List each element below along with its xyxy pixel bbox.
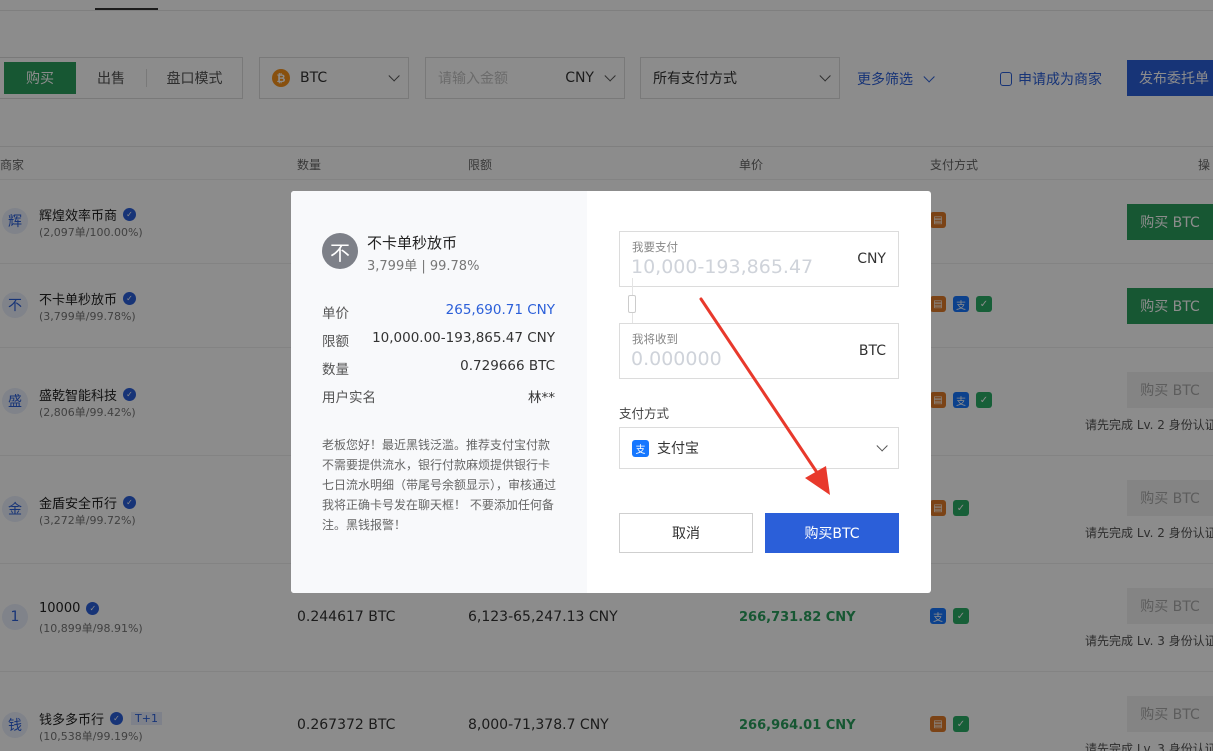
- unit-price-value: 265,690.71 CNY: [445, 302, 555, 318]
- real-name-value: 林**: [528, 390, 555, 406]
- dialog-merchant-stats: 3,799单 | 99.78%: [367, 259, 480, 274]
- unit-price-row: 单价 265,690.71 CNY: [322, 302, 555, 322]
- buy-order-dialog: 不 不卡单秒放币 3,799单 | 99.78% 单价 265,690.71 C…: [291, 191, 931, 593]
- merchant-note: 老板您好！最近黑钱泛滥。推荐支付宝付款不需要提供流水，银行付款麻烦提供银行卡七日…: [322, 438, 557, 532]
- quantity-value: 0.729666 BTC: [460, 358, 555, 374]
- limit-row: 限额 10,000.00-193,865.47 CNY: [322, 330, 555, 350]
- swap-icon[interactable]: [628, 295, 636, 313]
- avatar: 不: [322, 233, 358, 269]
- quantity-row: 数量 0.729666 BTC: [322, 358, 555, 378]
- payment-method-label: 支付方式: [619, 406, 670, 421]
- pay-amount-label: 我要支付: [632, 240, 678, 254]
- pay-currency: CNY: [857, 251, 886, 267]
- unit-price-label: 单价: [322, 306, 349, 322]
- receive-amount-label: 我将收到: [632, 332, 678, 346]
- confirm-buy-btc-button[interactable]: 购买BTC: [765, 513, 899, 553]
- limit-label: 限额: [322, 334, 349, 350]
- quantity-label: 数量: [322, 362, 349, 378]
- receive-amount-field[interactable]: 我将收到 0.000000 BTC: [619, 323, 899, 379]
- ad-details-panel: 不 不卡单秒放币 3,799单 | 99.78% 单价 265,690.71 C…: [291, 191, 587, 593]
- receive-amount-input[interactable]: 0.000000: [631, 348, 722, 370]
- chevron-down-icon: [876, 440, 888, 452]
- dialog-merchant-name: 不卡单秒放币: [367, 234, 458, 252]
- order-form: 我要支付 10,000-193,865.47 CNY 我将收到 0.000000…: [587, 191, 931, 593]
- limit-value: 10,000.00-193,865.47 CNY: [372, 330, 555, 346]
- alipay-icon: 支: [632, 439, 649, 457]
- cancel-button[interactable]: 取消: [619, 513, 753, 553]
- receive-currency: BTC: [858, 343, 886, 359]
- pay-amount-field[interactable]: 我要支付 10,000-193,865.47 CNY: [619, 231, 899, 287]
- payment-method-select[interactable]: 支 支付宝: [619, 427, 899, 469]
- real-name-label: 用户实名: [322, 390, 376, 406]
- real-name-row: 用户实名 林**: [322, 386, 555, 406]
- pay-amount-input[interactable]: 10,000-193,865.47: [631, 256, 813, 278]
- payment-method-value: 支付宝: [657, 441, 699, 457]
